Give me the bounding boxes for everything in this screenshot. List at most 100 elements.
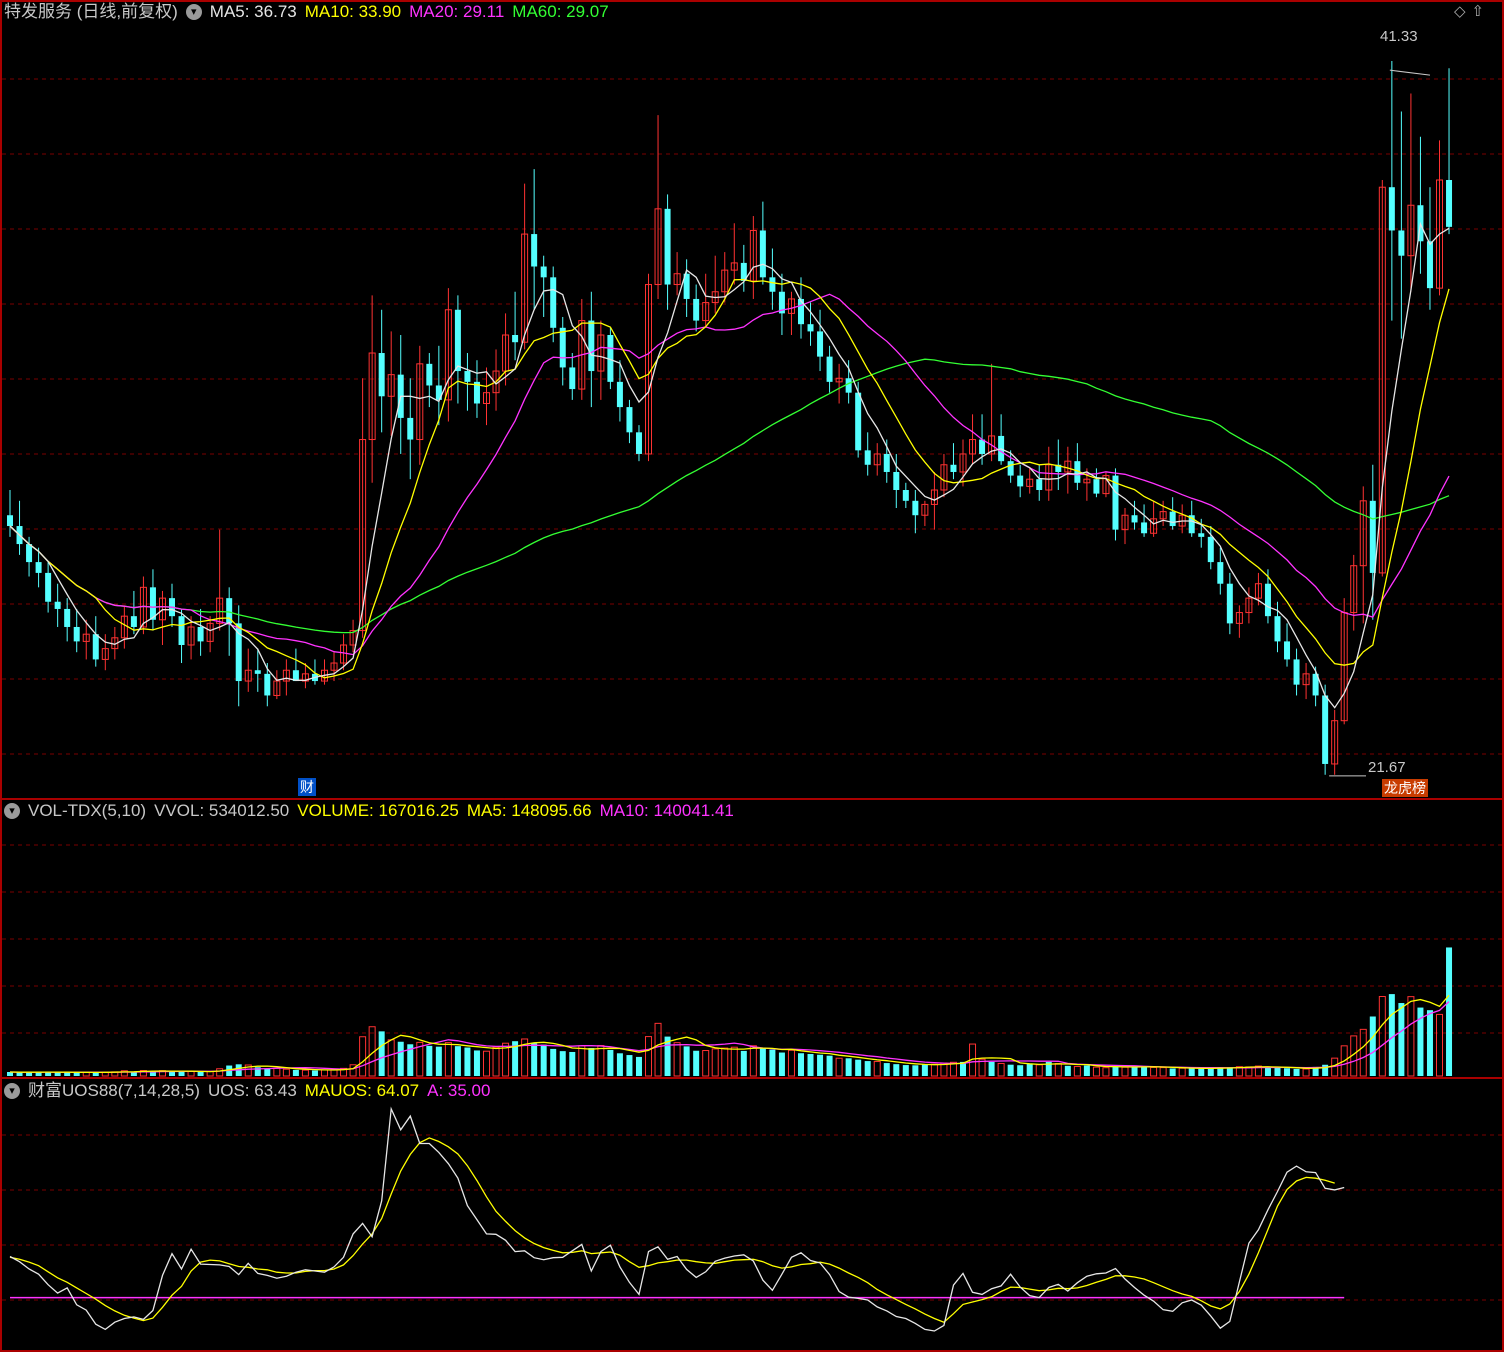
volume-bar xyxy=(921,1064,928,1076)
volume-bar xyxy=(883,1063,890,1076)
volume-bar xyxy=(1054,1063,1062,1077)
uos-indicator-name[interactable]: 财富UOS88(7,14,28,5) xyxy=(28,1080,200,1102)
volume-bar xyxy=(626,1055,633,1076)
corner-icons[interactable]: ◇⇧ xyxy=(1454,2,1490,20)
vol-indicator-name[interactable]: VOL-TDX(5,10) xyxy=(28,800,146,822)
up-arrow-icon[interactable]: ⇧ xyxy=(1472,3,1491,20)
volume-bar xyxy=(749,1045,757,1077)
candle-body xyxy=(1017,475,1024,487)
volume-bar xyxy=(997,1062,1005,1077)
volume-bar xyxy=(912,1065,919,1076)
candle-body xyxy=(540,266,547,278)
volume-bar xyxy=(1121,1066,1129,1077)
uos-settings-icon[interactable]: ▾ xyxy=(4,1083,20,1099)
volume-bar xyxy=(769,1049,776,1076)
volume-bar xyxy=(693,1050,700,1076)
volume-bar xyxy=(616,1053,623,1076)
diamond-icon[interactable]: ◇ xyxy=(1454,3,1472,20)
ma10-line xyxy=(9,278,1450,679)
volume-bar xyxy=(711,1048,719,1077)
price-panel xyxy=(7,61,1453,777)
candle-body xyxy=(531,234,538,267)
volume-bar xyxy=(1007,1064,1014,1076)
candle-body xyxy=(1198,533,1205,537)
candle-body xyxy=(426,363,433,386)
volume-bar xyxy=(1446,947,1453,1076)
volume-label: VOLUME: 167016.25 xyxy=(297,801,459,820)
candle-body xyxy=(883,453,890,472)
candle-body xyxy=(1036,479,1043,490)
grid-lines xyxy=(2,78,1502,1301)
volume-bar xyxy=(683,1046,690,1076)
volume-bar xyxy=(826,1055,833,1076)
volume-bar xyxy=(1092,1066,1100,1077)
candle-body xyxy=(1274,616,1281,642)
volume-settings-icon[interactable]: ▾ xyxy=(4,803,20,819)
candle-body xyxy=(1141,522,1148,534)
candle-body xyxy=(464,371,471,382)
candle-body xyxy=(1207,536,1214,563)
volume-bar xyxy=(597,1045,605,1077)
volume-bar xyxy=(1293,1068,1300,1076)
volume-bar xyxy=(1035,1064,1043,1077)
candle-body xyxy=(1131,515,1138,523)
volume-bar xyxy=(797,1053,804,1076)
ma5-line xyxy=(9,221,1450,709)
candle-body xyxy=(1388,187,1395,231)
uos-label: UOS: 63.43 xyxy=(207,1081,297,1100)
volume-bar xyxy=(559,1051,566,1076)
high-arrow xyxy=(1389,69,1431,76)
volume-bar xyxy=(1064,1065,1071,1076)
candle-body xyxy=(35,562,42,573)
ma5-label: MA5: 36.73 xyxy=(209,2,297,21)
volume-bar xyxy=(673,1042,681,1077)
candle-body xyxy=(1007,461,1014,476)
volume-bar xyxy=(702,1050,710,1077)
volume-bar xyxy=(387,1039,395,1077)
candle-body xyxy=(950,464,957,472)
candle-body xyxy=(45,572,52,602)
volume-bar xyxy=(426,1045,433,1076)
volume-bar xyxy=(444,1042,452,1077)
volume-bar xyxy=(787,1049,795,1077)
volume-bar xyxy=(1102,1067,1110,1077)
volume-bar xyxy=(1426,1010,1433,1076)
candle-body xyxy=(254,670,261,674)
volume-bar xyxy=(1407,996,1415,1077)
ma60-label: MA60: 29.07 xyxy=(512,2,609,21)
stock-chart[interactable] xyxy=(0,0,1504,1352)
volume-bar xyxy=(1169,1068,1176,1076)
candle-body xyxy=(149,587,156,620)
stock-title[interactable]: 特发服务 (日线,前复权) xyxy=(4,1,178,23)
candle-body xyxy=(569,367,576,390)
dragon-tiger-tag[interactable]: 龙虎榜 xyxy=(1382,779,1428,797)
settings-circle-icon[interactable]: ▾ xyxy=(185,4,202,20)
candle-body xyxy=(92,634,99,660)
ma20-line xyxy=(9,293,1450,656)
ma20-label: MA20: 29.11 xyxy=(409,2,505,21)
candle-body xyxy=(807,324,814,332)
volume-bar xyxy=(1398,1003,1405,1076)
volume-bar xyxy=(359,1036,367,1077)
finance-tag[interactable]: 财 xyxy=(298,778,316,796)
candle-body xyxy=(1369,500,1376,573)
volume-bar xyxy=(1112,1066,1119,1076)
volume-bar xyxy=(54,1072,61,1076)
volume-bar xyxy=(1159,1067,1167,1077)
candle-body xyxy=(559,327,566,368)
volume-bar xyxy=(873,1061,881,1077)
volume-bar xyxy=(1388,994,1395,1076)
vol-ma10-line xyxy=(9,1001,1450,1073)
mauos-line xyxy=(9,1137,1335,1323)
volume-bar xyxy=(1284,1068,1291,1076)
volume-bar xyxy=(607,1049,614,1076)
price-panel-header: 特发服务 (日线,前复权) ▾ MA5: 36.73 MA10: 33.90 M… xyxy=(4,1,609,23)
candle-body xyxy=(54,601,61,609)
ma60-line xyxy=(9,358,1450,634)
volume-bar xyxy=(835,1057,843,1077)
volume-bar xyxy=(1198,1068,1205,1076)
volume-bar xyxy=(1264,1067,1271,1076)
volume-bar xyxy=(1141,1066,1148,1076)
volume-bar xyxy=(1150,1066,1158,1077)
candle-body xyxy=(264,673,271,696)
